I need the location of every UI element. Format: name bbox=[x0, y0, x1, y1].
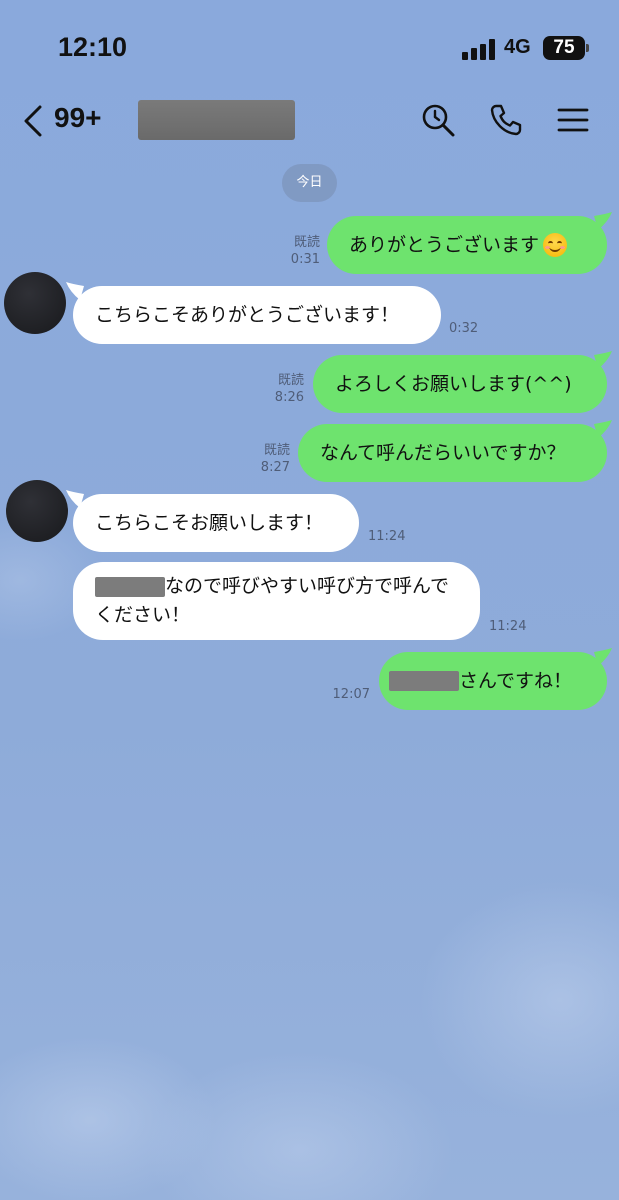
avatar[interactable] bbox=[6, 480, 68, 542]
message-meta: 既読 8:26 bbox=[270, 372, 304, 406]
message-text-line-2: ください！ bbox=[95, 604, 191, 626]
avatar[interactable] bbox=[4, 272, 66, 334]
battery-icon: 75 bbox=[543, 36, 585, 60]
message-bubble-sent[interactable]: よろしくお願いします(^^) bbox=[313, 355, 607, 413]
message-text: なんて呼んだらいいですか？ bbox=[320, 442, 566, 464]
contact-name-redacted bbox=[138, 100, 295, 140]
message-text: こちらこそお願いします！ bbox=[95, 512, 324, 534]
phone-call-icon[interactable] bbox=[488, 102, 524, 138]
status-time: 12:10 bbox=[58, 32, 128, 62]
message-bubble-received[interactable]: なので呼びやすい呼び方で呼んで ください！ bbox=[73, 562, 480, 640]
status-bar: 12:10 4G 75 bbox=[0, 0, 619, 96]
search-icon[interactable] bbox=[420, 102, 456, 138]
message-bubble-sent[interactable]: なんて呼んだらいいですか？ bbox=[298, 424, 607, 482]
bubble-tail bbox=[594, 212, 612, 230]
chat-header: 99+ bbox=[0, 96, 619, 148]
message-time: 8:26 bbox=[274, 390, 304, 405]
bubble-tail bbox=[594, 420, 612, 438]
message-time: 11:24 bbox=[489, 619, 527, 634]
redacted-name bbox=[95, 576, 165, 597]
message-time: 8:27 bbox=[260, 460, 290, 475]
message-meta: 既読 8:27 bbox=[256, 442, 290, 476]
message-text: こちらこそありがとうございます！ bbox=[95, 304, 400, 326]
message-time: 0:31 bbox=[290, 252, 320, 267]
message-meta: 既読 0:31 bbox=[286, 234, 320, 268]
bubble-tail bbox=[594, 351, 612, 369]
message-bubble-sent[interactable]: ありがとうございます bbox=[327, 216, 607, 274]
smiling-face-emoji-icon bbox=[543, 233, 568, 257]
cellular-signal-icon bbox=[462, 38, 496, 60]
message-text: ありがとうございます bbox=[349, 234, 540, 256]
message-text: なので呼びやすい呼び方で呼んで bbox=[165, 575, 450, 597]
read-receipt: 既読 bbox=[263, 443, 290, 458]
menu-icon[interactable] bbox=[555, 102, 591, 138]
message-bubble-received[interactable]: こちらこそお願いします！ bbox=[73, 494, 359, 552]
message-text: よろしくお願いします(^^) bbox=[335, 373, 572, 395]
date-separator: 今日 bbox=[282, 164, 337, 202]
bubble-tail bbox=[594, 648, 612, 666]
message-time: 0:32 bbox=[449, 321, 479, 336]
message-bubble-sent[interactable]: さんですね！ bbox=[379, 652, 607, 710]
read-receipt: 既読 bbox=[277, 373, 304, 388]
back-chevron-icon[interactable] bbox=[20, 104, 46, 138]
message-time: 12:07 bbox=[332, 687, 370, 702]
redacted-name bbox=[389, 671, 459, 691]
message-text: さんですね！ bbox=[459, 670, 573, 692]
battery-tip bbox=[586, 44, 589, 52]
read-receipt: 既読 bbox=[293, 235, 320, 250]
unread-count[interactable]: 99+ bbox=[54, 102, 102, 134]
message-time: 11:24 bbox=[368, 529, 406, 544]
message-bubble-received[interactable]: こちらこそありがとうございます！ bbox=[73, 286, 441, 344]
network-type: 4G bbox=[504, 36, 531, 58]
message-line-1: なので呼びやすい呼び方で呼んで bbox=[95, 572, 458, 601]
